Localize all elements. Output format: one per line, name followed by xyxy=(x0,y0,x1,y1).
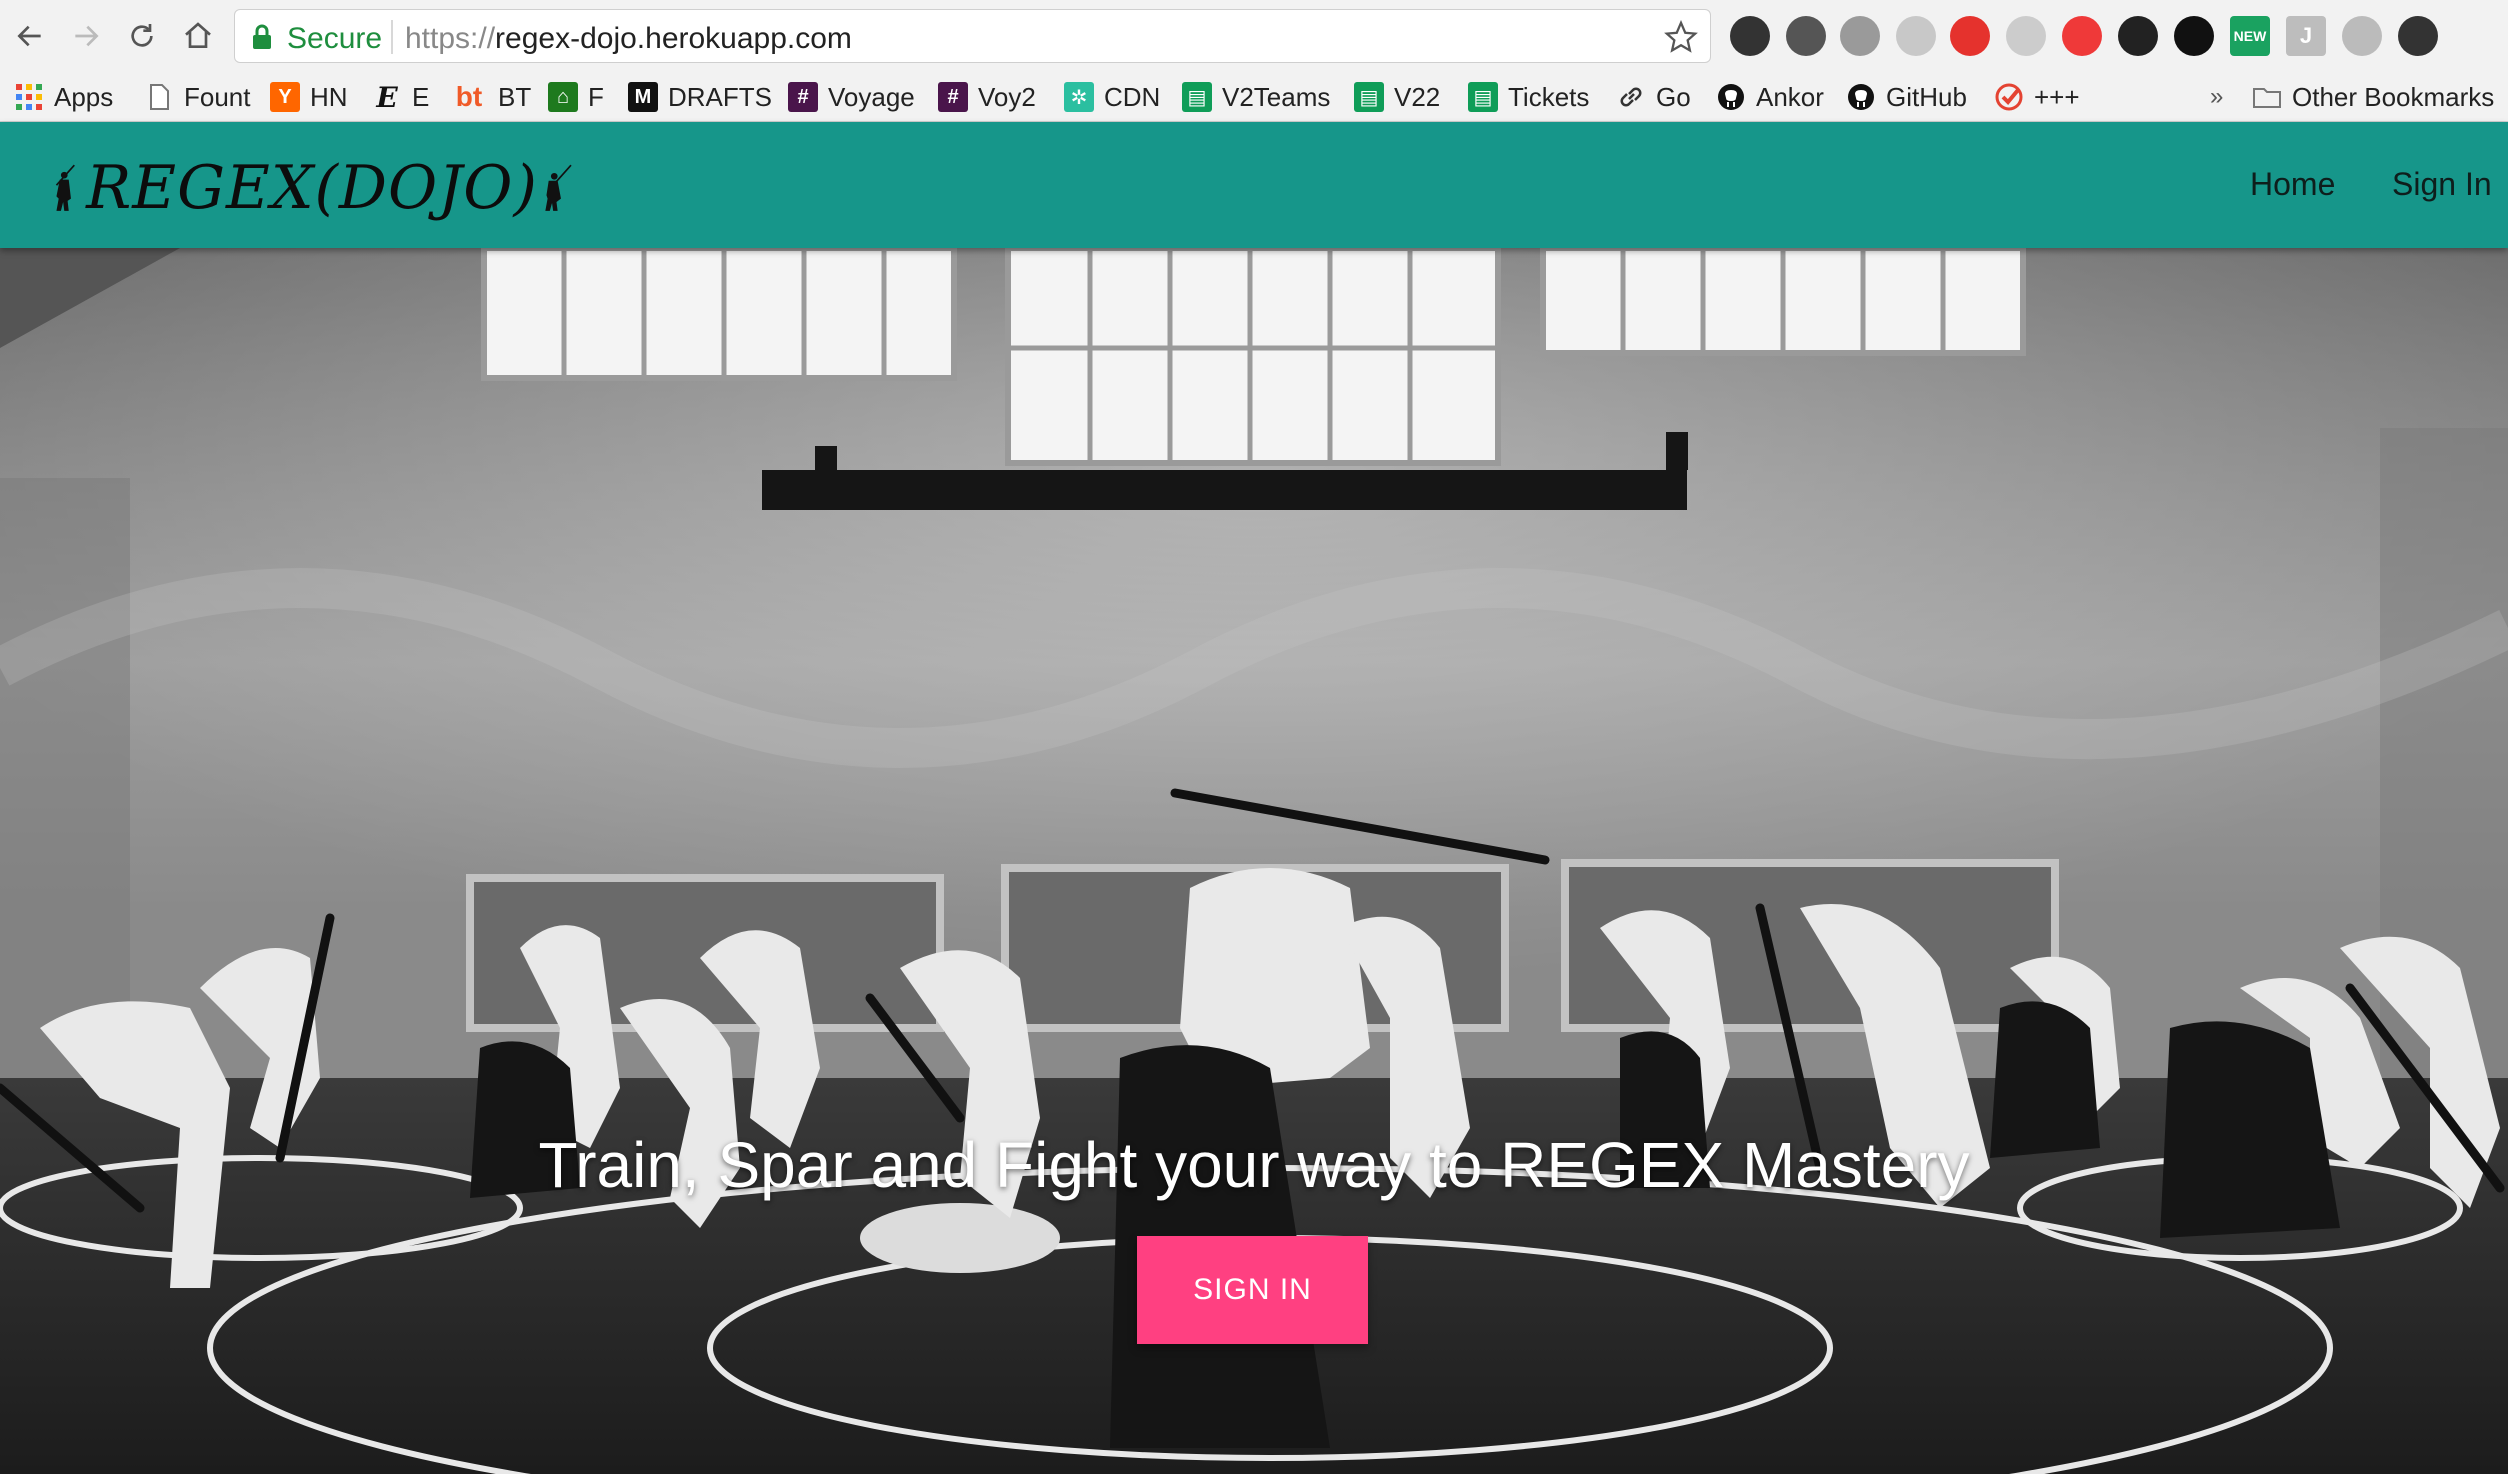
bookmark-v2teams[interactable]: ▤ V2Teams xyxy=(1182,78,1330,116)
nav-sign-in-link[interactable]: Sign In xyxy=(2392,166,2492,203)
url-scheme: https:// xyxy=(405,22,496,55)
lock-icon xyxy=(253,24,271,49)
github-icon xyxy=(1846,82,1876,112)
ninja-icon[interactable] xyxy=(2174,16,2214,56)
f-icon: ⌂ xyxy=(548,82,578,112)
bookmark-label: Tickets xyxy=(1508,81,1590,112)
globe-icon[interactable] xyxy=(1840,16,1880,56)
forward-button[interactable] xyxy=(62,12,110,60)
logo-text: REGEX(DOJO) xyxy=(86,153,538,223)
page-icon xyxy=(144,82,174,112)
address-bar[interactable]: Secure https://regex-dojo.herokuapp.com xyxy=(234,9,1711,63)
tree-icon[interactable] xyxy=(2342,16,2382,56)
hn-icon: Y xyxy=(270,82,300,112)
color-wheel-icon[interactable] xyxy=(1730,16,1770,56)
bookmark-v22[interactable]: ▤ V22 xyxy=(1354,78,1440,116)
back-button[interactable] xyxy=(6,12,54,60)
ninja-right-icon xyxy=(545,164,572,211)
browser-chrome: Secure https://regex-dojo.herokuapp.com … xyxy=(0,0,2508,122)
reload-icon xyxy=(131,24,153,47)
bookmark-label: Ankor xyxy=(1756,81,1824,112)
bookmark-label: BT xyxy=(498,81,532,112)
bookmarks-overflow-button[interactable]: » xyxy=(2210,78,2223,116)
site-logo[interactable]: REGEX(DOJO) xyxy=(52,140,572,236)
bookmark-ankor[interactable]: Ankor xyxy=(1716,78,1824,116)
bookmark-label: E xyxy=(412,81,430,112)
bookmark-label: GitHub xyxy=(1886,81,1967,112)
apps-grid-icon xyxy=(14,82,44,112)
other-bookmarks-label: Other Bookmarks xyxy=(2292,81,2495,112)
folder-icon xyxy=(2252,82,2282,112)
back-arrow-icon xyxy=(17,25,41,47)
new-badge-icon-label: NEW xyxy=(2233,28,2267,44)
bookmark-label: Go xyxy=(1656,81,1691,112)
bookmark-cdn[interactable]: ✲ CDN xyxy=(1064,78,1160,116)
leaf-icon[interactable] xyxy=(1896,16,1936,56)
bookmark-label: HN xyxy=(310,81,348,112)
url-host: regex-dojo.herokuapp.com xyxy=(495,22,852,55)
check-icon xyxy=(1994,82,2024,112)
bookmark-label: Apps xyxy=(54,81,114,112)
bookmark-label: DRAFTS xyxy=(668,81,772,112)
bookmark-f[interactable]: ⌂ F xyxy=(548,78,604,116)
link-icon xyxy=(1616,82,1646,112)
bookmark-voy2[interactable]: # Voy2 xyxy=(938,78,1036,116)
bookmark-apps[interactable]: Apps xyxy=(14,78,113,116)
bookmark-label: Voy2 xyxy=(978,81,1036,112)
bookmark-label: V2Teams xyxy=(1222,81,1331,112)
other-bookmarks-folder[interactable]: Other Bookmarks xyxy=(2252,78,2494,116)
hero-sign-in-button[interactable]: SIGN IN xyxy=(1137,1236,1368,1344)
site-header: REGEX(DOJO) Home Sign In xyxy=(0,122,2508,248)
sheets-icon: ▤ xyxy=(1468,82,1498,112)
browser-toolbar: Secure https://regex-dojo.herokuapp.com … xyxy=(0,0,2508,72)
opera-icon[interactable] xyxy=(1950,16,1990,56)
bookmark-star-icon[interactable] xyxy=(1664,20,1698,54)
url-divider xyxy=(391,20,393,54)
dd-icon[interactable] xyxy=(2118,16,2158,56)
bookmark-label: Fount xyxy=(184,81,251,112)
e-icon: E xyxy=(376,80,398,114)
hero-section: Train, Spar and Fight your way to REGEX … xyxy=(0,248,2508,1474)
ninja-left-icon xyxy=(55,164,75,211)
bookmark-drafts[interactable]: M DRAFTS xyxy=(628,78,772,116)
url-text[interactable]: https://regex-dojo.herokuapp.com xyxy=(405,22,852,56)
bookmark-e[interactable]: EE xyxy=(372,78,429,116)
bookmark-hn[interactable]: Y HN xyxy=(270,78,348,116)
bookmark-label: CDN xyxy=(1104,81,1161,112)
window-icon[interactable] xyxy=(2006,16,2046,56)
bookmark-label: +++ xyxy=(2034,81,2080,112)
reload-button[interactable] xyxy=(118,12,166,60)
bookmark-label: F xyxy=(588,81,604,112)
sheets-icon: ▤ xyxy=(1182,82,1212,112)
bookmark-label: V22 xyxy=(1394,81,1441,112)
vivaldi-icon[interactable] xyxy=(2062,16,2102,56)
bookmarks-bar: Apps Fount Y HN E Ebt BT ⌂ F M DRAFTS # Voyage # Voy2 ✲… xyxy=(0,72,2508,122)
slack-hash-icon: # xyxy=(938,82,968,112)
bookmark-bt[interactable]: bt BT xyxy=(450,78,531,116)
forward-arrow-icon xyxy=(75,25,99,47)
hero-title: Train, Spar and Fight your way to REGEX … xyxy=(538,1129,1970,1201)
nav-home-link[interactable]: Home xyxy=(2250,166,2335,203)
bt-icon: bt xyxy=(455,81,483,112)
slack-hash-icon: # xyxy=(788,82,818,112)
bookmark-github[interactable]: GitHub xyxy=(1846,78,1967,116)
secure-label: Secure xyxy=(287,22,383,55)
sheets-icon: ▤ xyxy=(1354,82,1384,112)
new-badge-icon[interactable]: NEW xyxy=(2230,16,2270,56)
j-icon-label: J xyxy=(2299,23,2313,48)
bookmark-label: Voyage xyxy=(828,81,915,112)
evernote-icon[interactable] xyxy=(1786,16,1826,56)
bookmark-tickets[interactable]: ▤ Tickets xyxy=(1468,78,1589,116)
bookmark-plus[interactable]: +++ xyxy=(1994,78,2080,116)
home-button[interactable] xyxy=(174,12,222,60)
github-icon xyxy=(1716,82,1746,112)
j-icon[interactable]: J xyxy=(2286,16,2326,56)
bookmark-go[interactable]: Go xyxy=(1616,78,1691,116)
cdn-icon: ✲ xyxy=(1064,82,1094,112)
bookmark-fount[interactable]: Fount xyxy=(144,78,251,116)
home-icon xyxy=(185,22,211,48)
medium-icon: M xyxy=(628,82,658,112)
bookmark-voyage[interactable]: # Voyage xyxy=(788,78,915,116)
user-icon[interactable] xyxy=(2398,16,2438,56)
